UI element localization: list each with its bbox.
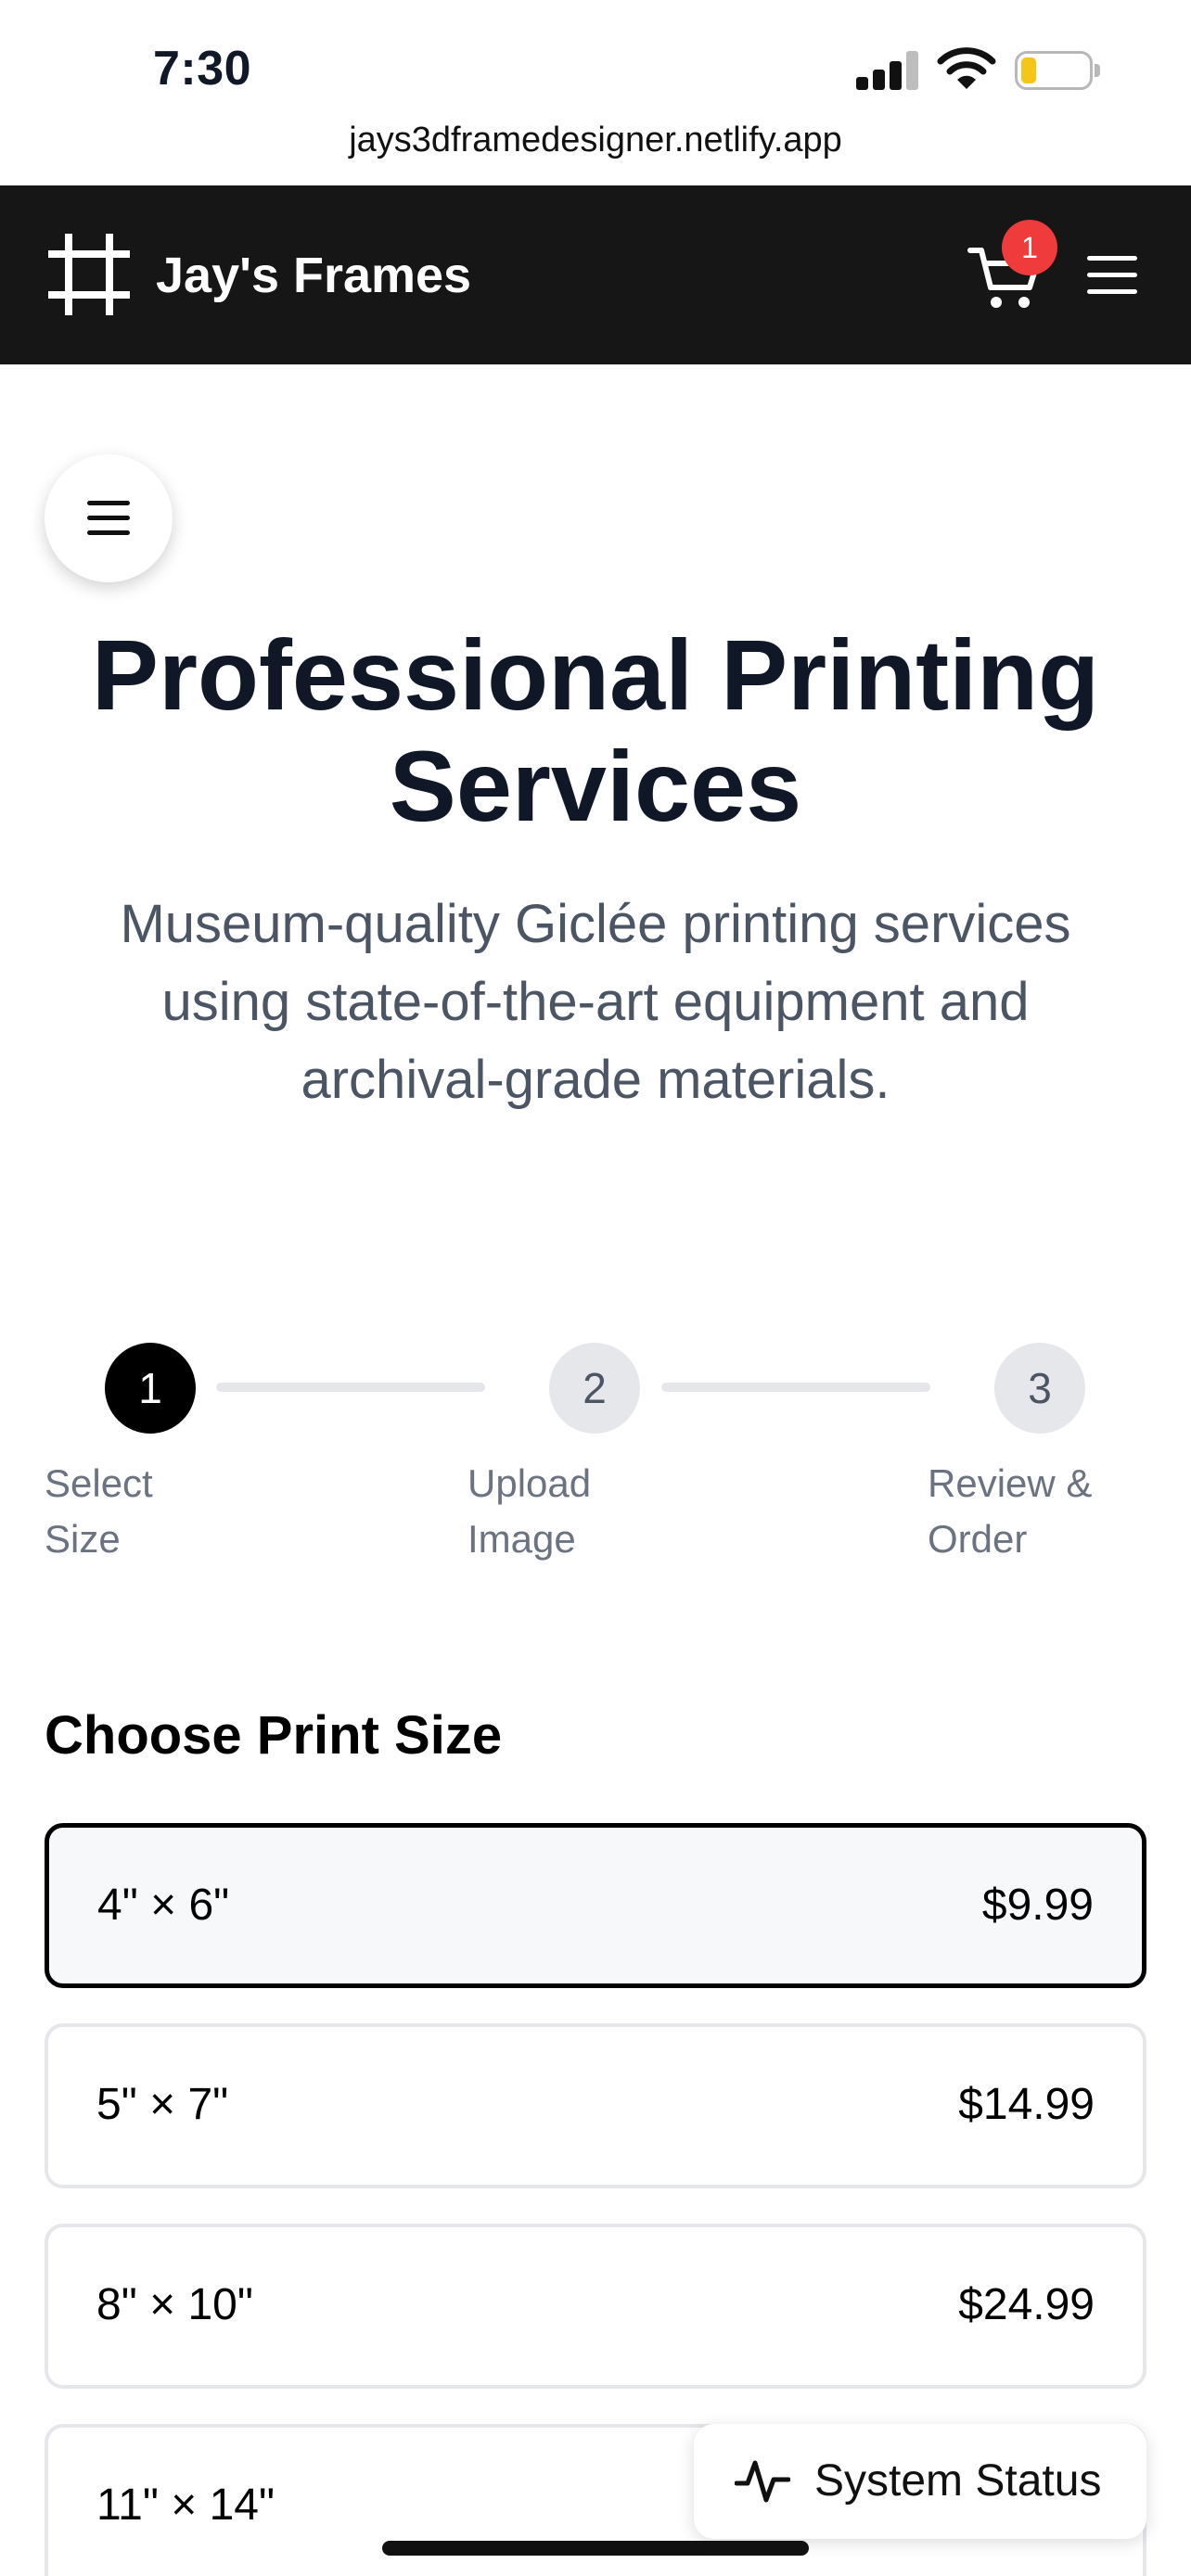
brand-name[interactable]: Jay's Frames — [156, 247, 471, 304]
status-time: 7:30 — [153, 42, 252, 96]
size-price: $14.99 — [958, 2080, 1095, 2129]
page-title: Professional Printing Services — [91, 618, 1100, 842]
step-2-label: Upload Image — [467, 1461, 592, 1561]
size-option-5x7[interactable]: 5" × 7" $14.99 — [45, 2023, 1146, 2188]
size-label: 5" × 7" — [96, 2080, 229, 2129]
step-connector — [661, 1383, 930, 1392]
size-label: 11" × 14" — [96, 2480, 275, 2530]
home-indicator[interactable] — [382, 2541, 809, 2556]
step-3-label: Review & Order — [928, 1461, 1093, 1561]
system-status-label: System Status — [814, 2456, 1102, 2506]
status-bar: 7:30 — [0, 0, 1191, 139]
activity-icon — [735, 2460, 790, 2503]
size-price: $9.99 — [981, 1881, 1094, 1930]
url-bar[interactable]: jays3dframedesigner.netlify.app — [0, 121, 1191, 185]
page: 7:30 jays3dframedesigner.netlify.app Jay… — [0, 0, 1191, 2576]
frame-logo-icon[interactable] — [46, 232, 132, 317]
side-menu-button[interactable] — [45, 454, 173, 582]
size-option-8x10[interactable]: 8" × 10" $24.99 — [45, 2224, 1146, 2389]
section-title: Choose Print Size — [45, 1705, 503, 1766]
hamburger-menu-button[interactable] — [1085, 250, 1141, 302]
size-label: 8" × 10" — [96, 2280, 253, 2329]
size-price: $24.99 — [958, 2280, 1095, 2329]
step-1-label: Select Size — [45, 1461, 153, 1561]
size-label: 4" × 6" — [97, 1881, 230, 1930]
app-header: Jay's Frames 1 — [0, 185, 1191, 364]
page-subtitle: Museum-quality Giclée printing services … — [120, 894, 1071, 1110]
step-connector — [216, 1383, 485, 1392]
battery-icon — [1015, 51, 1100, 90]
size-option-4x6[interactable]: 4" × 6" $9.99 — [45, 1823, 1146, 1988]
step-3-indicator[interactable]: 3 — [994, 1343, 1085, 1434]
cellular-signal-icon — [856, 51, 921, 90]
menu-icon — [87, 501, 130, 505]
system-status-button[interactable]: System Status — [694, 2424, 1146, 2539]
cart-count-badge: 1 — [1002, 220, 1057, 275]
step-2-indicator[interactable]: 2 — [549, 1343, 640, 1434]
step-1-indicator[interactable]: 1 — [105, 1343, 196, 1434]
wifi-icon — [937, 47, 996, 89]
